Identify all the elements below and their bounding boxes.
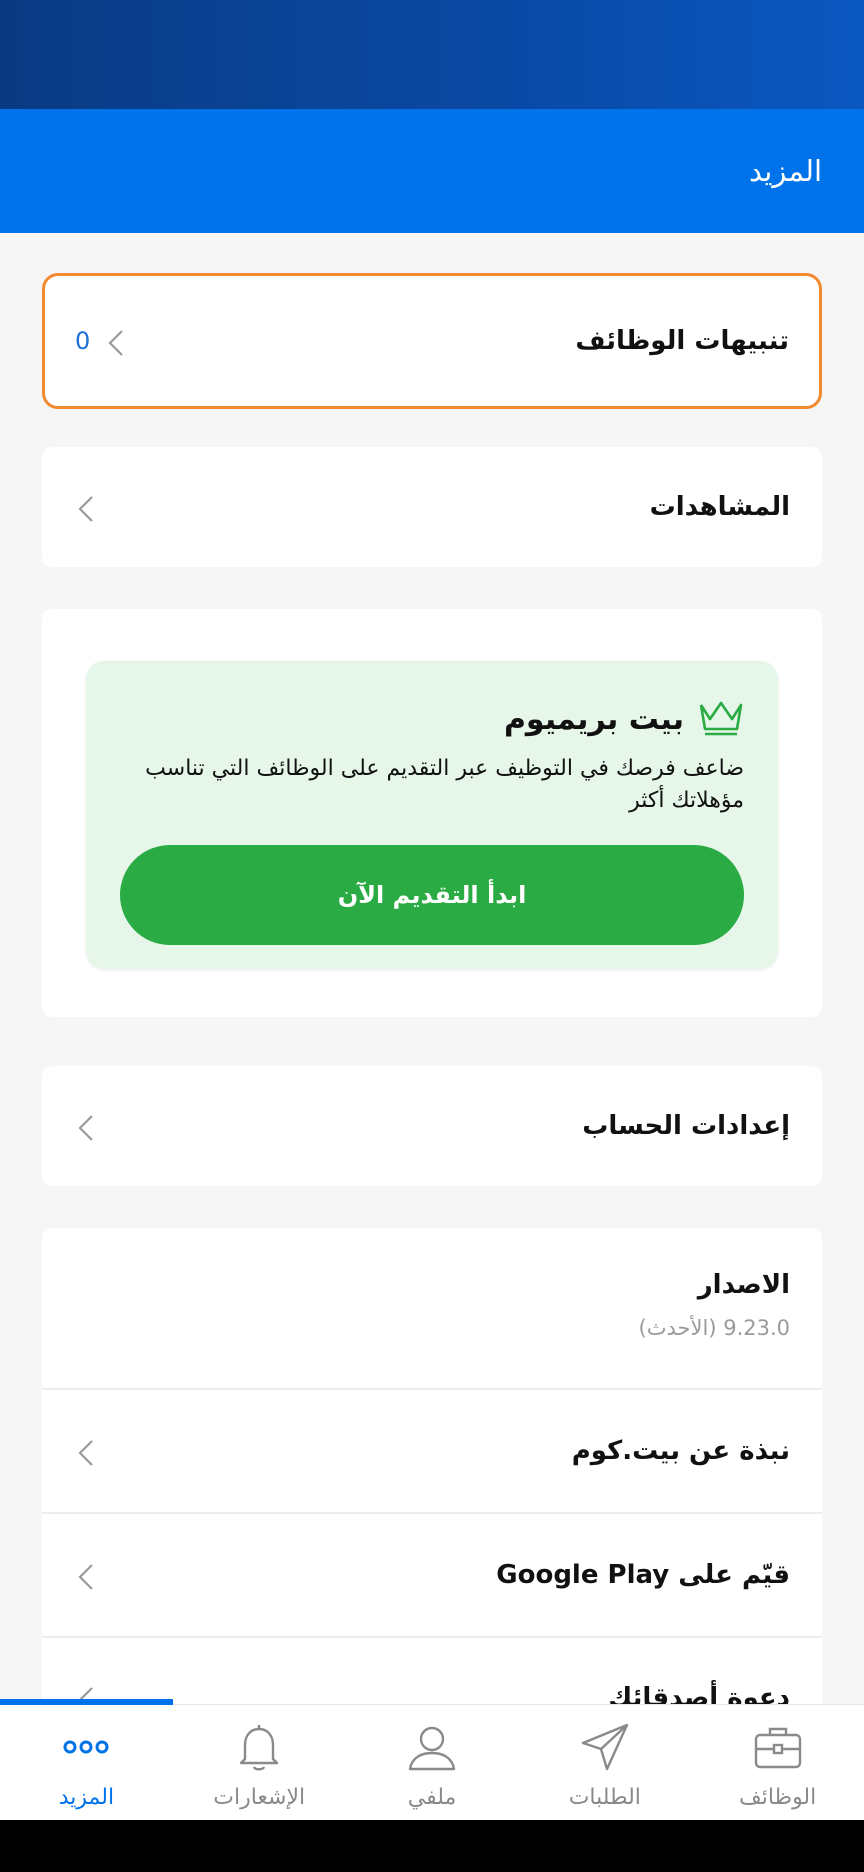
nav-item-more[interactable]: المزيد bbox=[0, 1705, 173, 1820]
chevron-left-icon bbox=[74, 1562, 100, 1590]
bottom-navigation: الوظائف الطلبات ملفي الإشعارات المزيد bbox=[0, 1699, 864, 1820]
nav-item-notifications[interactable]: الإشعارات bbox=[173, 1705, 346, 1820]
crown-icon bbox=[698, 697, 744, 741]
job-alerts-count: 0 bbox=[75, 327, 91, 355]
job-alerts-label: تنبيهات الوظائف bbox=[575, 326, 789, 356]
premium-title: بيت بريميوم bbox=[503, 701, 684, 737]
views-label: المشاهدات bbox=[649, 492, 790, 522]
version-value: 9.23.0 (الأحدث) bbox=[638, 1316, 790, 1340]
status-bar bbox=[0, 0, 864, 109]
account-settings-card[interactable]: إعدادات الحساب bbox=[42, 1066, 822, 1186]
version-row: الاصدار 9.23.0 (الأحدث) bbox=[42, 1228, 822, 1390]
premium-description: ضاعف فرصك في التوظيف عبر التقديم على الو… bbox=[145, 756, 744, 813]
job-alerts-trailing: 0 bbox=[75, 327, 130, 356]
active-tab-indicator bbox=[0, 1699, 173, 1705]
nav-label-applications: الطلبات bbox=[568, 1785, 641, 1810]
invite-friends-label: دعوة أصدقائك bbox=[608, 1683, 790, 1704]
nav-label-jobs: الوظائف bbox=[738, 1785, 817, 1810]
premium-title-row: بيت بريميوم bbox=[504, 697, 744, 741]
briefcase-icon bbox=[750, 1719, 806, 1779]
nav-label-more: المزيد bbox=[58, 1785, 115, 1810]
user-icon bbox=[404, 1719, 460, 1779]
invite-friends-row[interactable]: دعوة أصدقائك bbox=[42, 1638, 822, 1704]
nav-item-profile[interactable]: ملفي bbox=[346, 1705, 519, 1820]
chevron-left-icon bbox=[74, 1438, 100, 1466]
more-dots-icon bbox=[58, 1719, 114, 1779]
rate-app-label: قيّم على Google Play bbox=[496, 1560, 790, 1590]
rate-app-row[interactable]: قيّم على Google Play bbox=[42, 1514, 822, 1638]
nav-item-applications[interactable]: الطلبات bbox=[518, 1705, 691, 1820]
more-menu-content[interactable]: تنبيهات الوظائف 0 المشاهدات بيت بريميوم … bbox=[0, 233, 864, 1704]
about-row[interactable]: نبذة عن بيت.كوم bbox=[42, 1390, 822, 1514]
bell-icon bbox=[231, 1719, 287, 1779]
paper-plane-icon bbox=[577, 1719, 633, 1779]
about-label: نبذة عن بيت.كوم bbox=[571, 1436, 790, 1466]
job-alerts-card[interactable]: تنبيهات الوظائف 0 bbox=[42, 273, 822, 409]
chevron-left-icon bbox=[74, 1113, 100, 1141]
nav-label-notifications: الإشعارات bbox=[213, 1785, 306, 1810]
nav-item-jobs[interactable]: الوظائف bbox=[691, 1705, 864, 1820]
nav-label-profile: ملفي bbox=[407, 1785, 457, 1810]
chevron-left-icon bbox=[74, 494, 100, 522]
app-header: المزيد bbox=[0, 109, 864, 233]
system-navigation-bar bbox=[0, 1820, 864, 1872]
account-settings-label: إعدادات الحساب bbox=[582, 1111, 790, 1141]
start-applying-button[interactable]: ابدأ التقديم الآن bbox=[120, 845, 744, 945]
version-label: الاصدار bbox=[697, 1270, 790, 1300]
chevron-left-icon bbox=[104, 328, 130, 356]
premium-promo-box: بيت بريميوم ضاعف فرصك في التوظيف عبر الت… bbox=[86, 661, 778, 969]
page-title: المزيد bbox=[749, 154, 822, 188]
premium-card: بيت بريميوم ضاعف فرصك في التوظيف عبر الت… bbox=[42, 609, 822, 1017]
views-card[interactable]: المشاهدات bbox=[42, 447, 822, 567]
app-info-card: الاصدار 9.23.0 (الأحدث) نبذة عن بيت.كوم … bbox=[42, 1228, 822, 1704]
